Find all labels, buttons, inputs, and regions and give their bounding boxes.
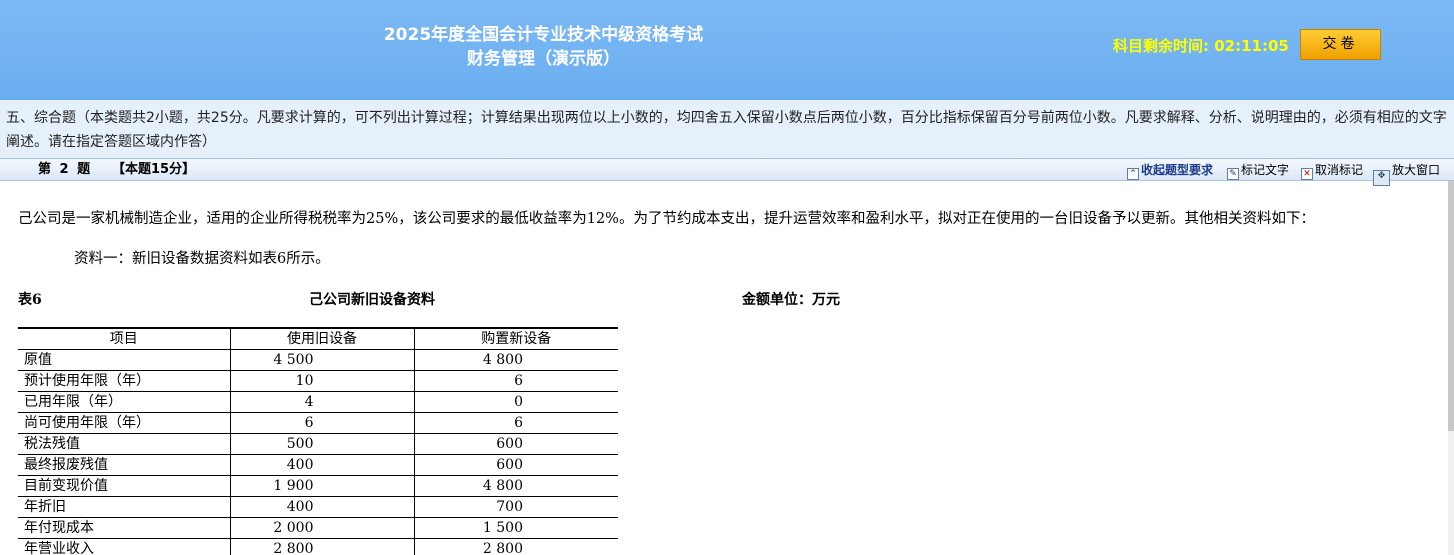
table-cell: 1 900 xyxy=(230,475,415,497)
pencil-icon: ✎ xyxy=(1227,168,1239,180)
table-cell: 500 xyxy=(230,433,415,455)
material-one: 资料一：新旧设备数据资料如表6所示。 xyxy=(74,251,330,267)
table-row: 目前变现价值 1 900 4 800 xyxy=(18,475,618,497)
eraser-icon: ✕ xyxy=(1301,168,1313,180)
table-cell: 2 800 xyxy=(230,538,415,555)
table-row: 年付现成本 2 000 1 500 xyxy=(18,517,618,539)
table-cell: 年营业收入 xyxy=(18,538,231,555)
question-score: 【本题15分】 xyxy=(112,162,196,177)
table-row: 已用年限（年） 4 0 xyxy=(18,391,618,413)
enlarge-window-label: 放大窗口 xyxy=(1392,163,1441,177)
table-cell: 尚可使用年限（年） xyxy=(18,412,231,434)
remaining-time: 科目剩余时间: 02:11:05 xyxy=(1113,36,1289,56)
table-cell: 6 xyxy=(414,370,618,392)
table-cell: 6 xyxy=(414,412,618,434)
table-cell: 目前变现价值 xyxy=(18,475,231,497)
table-cell: 10 xyxy=(230,370,415,392)
table-cell: 400 xyxy=(230,454,415,476)
collapse-requirements-button[interactable]: ⌃ 收起题型要求 xyxy=(1127,161,1213,180)
chevron-up-icon: ⌃ xyxy=(1127,168,1139,180)
table-row: 最终报废残值 400 600 xyxy=(18,454,618,476)
question-toolbar: 第 2 题 【本题15分】 ⌃ 收起题型要求 ✎ 标记文字 ✕ 取消标记 ✥ 放大窗口 xyxy=(0,159,1454,186)
table-row: 税法残值 500 600 xyxy=(18,433,618,455)
question-number: 第 2 题 xyxy=(38,162,93,177)
table-unit: 金额单位：万元 xyxy=(742,292,840,308)
timer-label: 科目剩余时间: xyxy=(1113,37,1209,55)
table-header-row: 项目 使用旧设备 购置新设备 xyxy=(18,327,618,350)
table-cell: 原值 xyxy=(18,349,231,371)
column-header: 购置新设备 xyxy=(414,327,618,350)
collapse-requirements-label: 收起题型要求 xyxy=(1141,163,1214,177)
exam-title: 2025年度全国会计专业技术中级资格考试 财务管理（演示版） xyxy=(0,23,1087,71)
table-cell: 600 xyxy=(414,454,618,476)
table-row: 年折旧 400 700 xyxy=(18,496,618,518)
table-row: 预计使用年限（年） 10 6 xyxy=(18,370,618,392)
unmark-button[interactable]: ✕ 取消标记 xyxy=(1301,161,1363,180)
unmark-label: 取消标记 xyxy=(1315,163,1364,177)
column-header: 项目 xyxy=(18,327,231,350)
table-cell: 4 xyxy=(230,391,415,413)
table-cell: 2 800 xyxy=(414,538,618,555)
exam-title-line1: 2025年度全国会计专业技术中级资格考试 xyxy=(383,25,704,45)
table-row: 年营业收入 2 800 2 800 xyxy=(18,538,618,555)
exam-title-line2: 财务管理（演示版） xyxy=(467,49,620,69)
vertical-scrollbar[interactable] xyxy=(1448,181,1454,555)
timer-value: 02:11:05 xyxy=(1214,37,1289,55)
table-cell: 1 500 xyxy=(414,517,618,539)
question-content: 己公司是一家机械制造企业，适用的企业所得税税率为25%，该公司要求的最低收益率为… xyxy=(0,181,1454,555)
mark-text-button[interactable]: ✎ 标记文字 xyxy=(1227,161,1289,180)
scrollbar-thumb[interactable] xyxy=(1448,181,1454,431)
table-row: 原值 4 500 4 800 xyxy=(18,349,618,371)
table-cell: 600 xyxy=(414,433,618,455)
submit-exam-button[interactable]: 交卷 xyxy=(1300,29,1381,60)
table-title: 己公司新旧设备资料 xyxy=(309,292,435,308)
table-cell: 2 000 xyxy=(230,517,415,539)
table-cell: 400 xyxy=(230,496,415,518)
exam-header: 2025年度全国会计专业技术中级资格考试 财务管理（演示版） 科目剩余时间: 0… xyxy=(0,0,1454,100)
table-row: 尚可使用年限（年） 6 6 xyxy=(18,412,618,434)
table-cell: 4 800 xyxy=(414,475,618,497)
table-cell: 已用年限（年） xyxy=(18,391,231,413)
mark-text-label: 标记文字 xyxy=(1241,163,1290,177)
table-cell: 4 800 xyxy=(414,349,618,371)
table-cell: 700 xyxy=(414,496,618,518)
table-cell: 0 xyxy=(414,391,618,413)
table-cell: 6 xyxy=(230,412,415,434)
question-stem: 己公司是一家机械制造企业，适用的企业所得税税率为25%，该公司要求的最低收益率为… xyxy=(18,211,1315,227)
table-label: 表6 xyxy=(18,292,42,308)
table-cell: 最终报废残值 xyxy=(18,454,231,476)
section-instructions: 五、综合题（本类题共2小题，共25分。凡要求计算的，可不列出计算过程；计算结果出… xyxy=(0,100,1454,159)
table-cell: 年折旧 xyxy=(18,496,231,518)
table-cell: 年付现成本 xyxy=(18,517,231,539)
column-header: 使用旧设备 xyxy=(230,327,415,350)
equipment-table: 项目 使用旧设备 购置新设备 原值 4 500 4 800 预计使用年限（年） … xyxy=(18,327,618,555)
table-cell: 预计使用年限（年） xyxy=(18,370,231,392)
table-cell: 4 500 xyxy=(230,349,415,371)
table-cell: 税法残值 xyxy=(18,433,231,455)
